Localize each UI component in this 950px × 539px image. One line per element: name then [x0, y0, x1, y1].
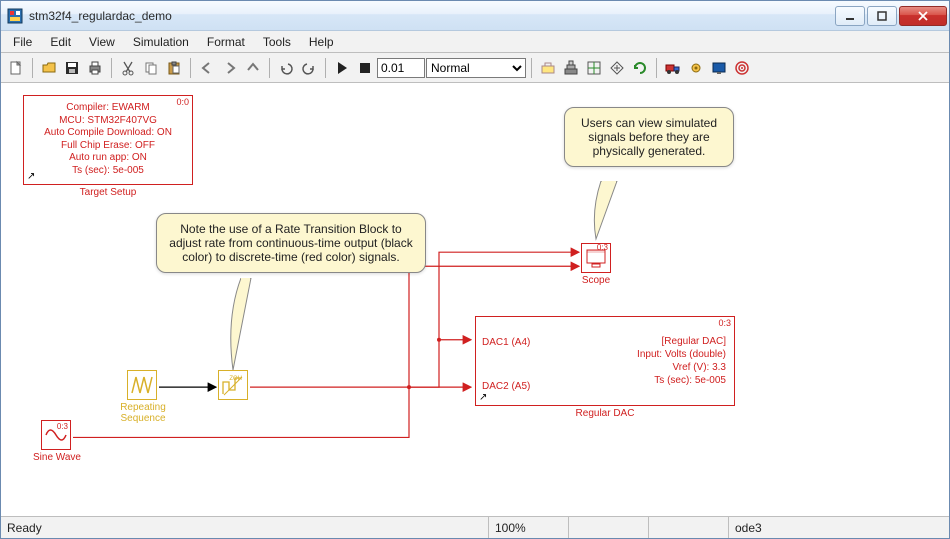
cut-button[interactable]	[117, 57, 139, 79]
dac-port-2: DAC2 (A5)	[482, 381, 530, 392]
menu-bar: File Edit View Simulation Format Tools H…	[1, 31, 949, 53]
tool-icon-1[interactable]	[537, 57, 559, 79]
dac-info: Ts (sec): 5e-005	[637, 374, 726, 387]
back-button[interactable]	[196, 57, 218, 79]
tool-icon-3[interactable]	[583, 57, 605, 79]
save-button[interactable]	[61, 57, 83, 79]
run-button[interactable]	[331, 57, 353, 79]
target-setup-block[interactable]: 0:0 Compiler: EWARM MCU: STM32F407VG Aut…	[23, 95, 193, 185]
menu-help[interactable]: Help	[301, 33, 342, 51]
repeating-sequence-label: Repeating Sequence	[113, 402, 173, 424]
title-bar: stm32f4_regulardac_demo	[1, 1, 949, 31]
target-setup-line: Auto Compile Download: ON	[30, 127, 186, 140]
dac-info: [Regular DAC]	[637, 335, 726, 348]
rate-transition-block[interactable]: ZOH	[218, 370, 248, 400]
toolbar-separator	[325, 58, 326, 78]
menu-view[interactable]: View	[81, 33, 123, 51]
dac-info: Vref (V): 3.3	[637, 361, 726, 374]
callout-text: Users can view simulated signals before …	[581, 116, 717, 158]
app-icon	[7, 8, 23, 24]
target-setup-line: MCU: STM32F407VG	[30, 115, 186, 128]
toolbar-separator	[190, 58, 191, 78]
toolbar: Normal	[1, 53, 949, 83]
link-mark-icon: ↗	[27, 171, 35, 182]
menu-format[interactable]: Format	[199, 33, 253, 51]
paste-button[interactable]	[163, 57, 185, 79]
dac-info: Input: Volts (double)	[637, 348, 726, 361]
toolbar-separator	[656, 58, 657, 78]
scope-label: Scope	[571, 275, 621, 286]
toolbar-separator	[32, 58, 33, 78]
callout-tail-icon	[221, 278, 271, 378]
window-title: stm32f4_regulardac_demo	[29, 9, 833, 23]
copy-button[interactable]	[140, 57, 162, 79]
target-setup-line: Compiler: EWARM	[30, 102, 186, 115]
link-mark-icon: ↗	[479, 392, 487, 403]
sine-wave-label: Sine Wave	[29, 452, 85, 463]
status-ready: Ready	[1, 517, 489, 538]
minimize-button[interactable]	[835, 6, 865, 26]
maximize-button[interactable]	[867, 6, 897, 26]
refresh-icon[interactable]	[629, 57, 651, 79]
dac-port-1: DAC1 (A4)	[482, 337, 530, 348]
rate-transition-callout: Note the use of a Rate Transition Block …	[156, 213, 426, 273]
scope-callout: Users can view simulated signals before …	[564, 107, 734, 167]
callout-tail-icon	[591, 181, 631, 246]
new-button[interactable]	[5, 57, 27, 79]
window-controls	[833, 6, 947, 26]
toolbar-separator	[531, 58, 532, 78]
menu-edit[interactable]: Edit	[42, 33, 79, 51]
toolbar-separator	[111, 58, 112, 78]
simulation-time-input[interactable]	[377, 58, 425, 78]
status-bar: Ready 100% ode3	[1, 516, 949, 538]
forward-button[interactable]	[219, 57, 241, 79]
sine-wave-block[interactable]: 0:3	[41, 420, 71, 450]
menu-simulation[interactable]: Simulation	[125, 33, 197, 51]
target-setup-line: Ts (sec): 5e-005	[30, 165, 186, 178]
tool-icon-4[interactable]	[606, 57, 628, 79]
up-button[interactable]	[242, 57, 264, 79]
tool-truck-icon[interactable]	[662, 57, 684, 79]
repeating-sequence-block[interactable]	[127, 370, 157, 400]
open-button[interactable]	[38, 57, 60, 79]
diagram-canvas[interactable]: 0:0 Compiler: EWARM MCU: STM32F407VG Aut…	[1, 83, 949, 516]
close-button[interactable]	[899, 6, 947, 26]
print-button[interactable]	[84, 57, 106, 79]
tool-screen-icon[interactable]	[708, 57, 730, 79]
scope-block[interactable]: 0:3	[581, 243, 611, 273]
target-setup-line: Auto run app: ON	[30, 152, 186, 165]
status-solver: ode3	[729, 517, 949, 538]
application-window: stm32f4_regulardac_demo File Edit View S…	[0, 0, 950, 539]
block-corner: 0:0	[176, 97, 189, 107]
status-empty-2	[649, 517, 729, 538]
tool-gear-icon[interactable]	[685, 57, 707, 79]
regular-dac-block[interactable]: 0:3 DAC1 (A4) DAC2 (A5) [Regular DAC] In…	[475, 316, 735, 406]
block-corner: 0:3	[718, 318, 731, 328]
simulation-mode-select[interactable]: Normal	[426, 58, 526, 78]
target-setup-label: Target Setup	[23, 187, 193, 198]
target-setup-line: Full Chip Erase: OFF	[30, 140, 186, 153]
regular-dac-label: Regular DAC	[475, 408, 735, 419]
callout-text: Note the use of a Rate Transition Block …	[169, 222, 412, 264]
undo-button[interactable]	[275, 57, 297, 79]
redo-button[interactable]	[298, 57, 320, 79]
stop-button[interactable]	[354, 57, 376, 79]
toolbar-separator	[269, 58, 270, 78]
tool-target-icon[interactable]	[731, 57, 753, 79]
menu-file[interactable]: File	[5, 33, 40, 51]
status-zoom: 100%	[489, 517, 569, 538]
menu-tools[interactable]: Tools	[255, 33, 299, 51]
status-empty-1	[569, 517, 649, 538]
build-icon[interactable]	[560, 57, 582, 79]
